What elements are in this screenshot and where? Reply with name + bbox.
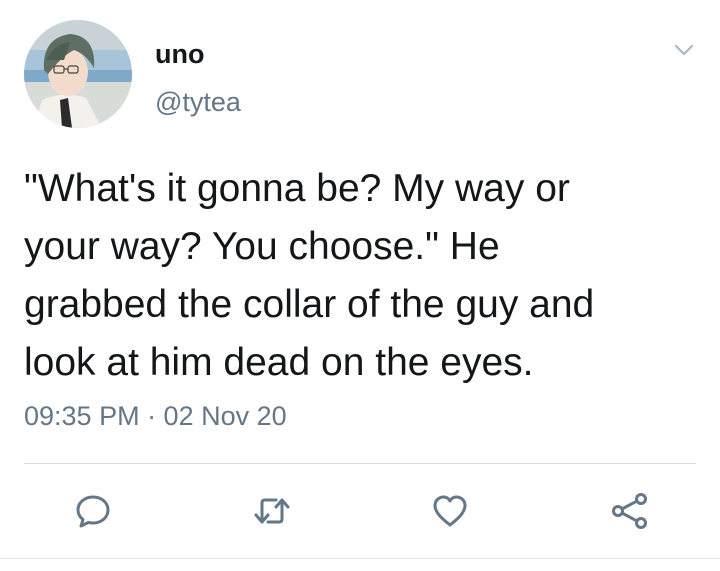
heart-icon	[433, 495, 467, 527]
share-icon	[612, 493, 647, 529]
tweet-text: "What's it gonna be? My way or your way?…	[24, 167, 595, 384]
bottom-divider	[0, 558, 720, 559]
divider	[24, 463, 696, 464]
tweet-timestamp[interactable]: 09:35 PM · 02 Nov 20	[24, 400, 287, 432]
user-handle[interactable]: @tytea	[155, 86, 241, 118]
share-button[interactable]	[608, 490, 650, 532]
display-name[interactable]: uno	[155, 38, 204, 70]
like-button[interactable]	[429, 490, 471, 532]
reply-button[interactable]	[72, 490, 114, 532]
action-bar	[0, 490, 720, 532]
retweet-button[interactable]	[251, 490, 293, 532]
tweet-menu-button[interactable]	[672, 40, 696, 60]
retweet-icon	[254, 498, 290, 524]
anime-character-avatar-icon	[24, 20, 132, 128]
avatar[interactable]	[24, 20, 132, 128]
reply-icon	[76, 495, 110, 528]
chevron-down-icon	[674, 44, 694, 56]
